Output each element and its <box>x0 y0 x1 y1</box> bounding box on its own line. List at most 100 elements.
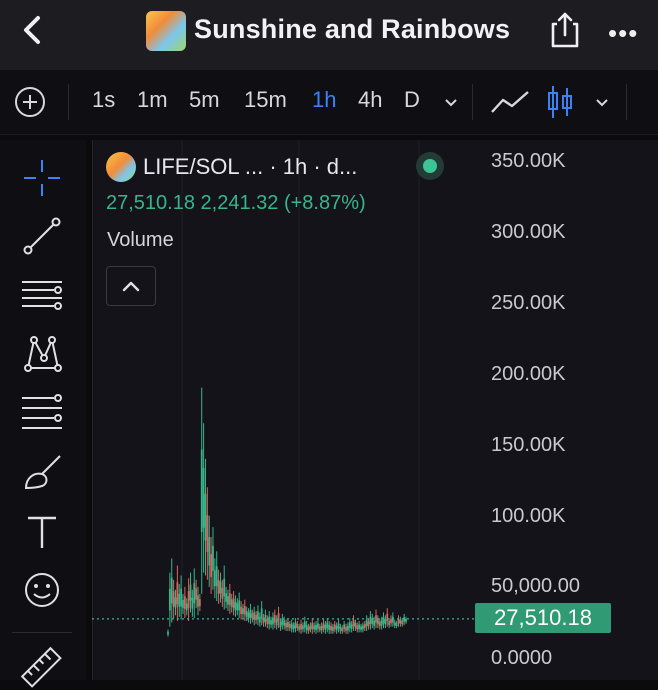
candle-body <box>268 616 271 624</box>
plus-circle-icon[interactable] <box>14 86 46 118</box>
candle-body <box>167 631 169 635</box>
candle-body <box>257 611 259 620</box>
candle-body <box>356 625 359 630</box>
timeframe-1h[interactable]: 1h <box>312 87 336 113</box>
timeframe-5m[interactable]: 5m <box>189 87 220 113</box>
candle-body <box>290 623 293 629</box>
candle-body <box>221 587 224 599</box>
candle-body <box>277 613 280 622</box>
candle-body <box>393 622 396 626</box>
timeframe-d[interactable]: D <box>404 87 420 113</box>
candle-body <box>270 620 272 625</box>
pattern-icon[interactable] <box>20 330 64 374</box>
candle-body <box>225 593 227 602</box>
candle-body <box>348 622 351 629</box>
y-tick-label: 250.00K <box>491 292 566 314</box>
candle-body <box>255 614 257 621</box>
candle-body <box>332 626 334 631</box>
candle-body <box>341 627 344 632</box>
y-tick-label: 50,000.00 <box>491 575 580 597</box>
crosshair-icon[interactable] <box>20 156 64 200</box>
candle-body <box>358 624 361 629</box>
candle-body <box>311 622 314 630</box>
candle-body <box>189 584 192 601</box>
horizontal-lines-icon[interactable] <box>20 272 64 316</box>
candle-body <box>339 626 342 631</box>
candle-body <box>183 596 186 609</box>
emoji-icon[interactable] <box>20 568 64 612</box>
candle-body <box>395 623 398 626</box>
candle-body <box>294 622 297 629</box>
candle-body <box>317 623 319 629</box>
candle-body <box>330 625 332 631</box>
candle-body <box>309 625 312 630</box>
volume-label[interactable]: Volume <box>107 229 174 252</box>
fib-retracement-icon[interactable] <box>20 390 64 434</box>
chevron-up-icon <box>122 281 140 292</box>
candle-body <box>303 621 306 628</box>
candle-body <box>350 624 353 629</box>
y-tick-label: 0.0000 <box>491 647 553 669</box>
candle-body <box>234 601 237 611</box>
more-icon[interactable]: ••• <box>608 18 638 49</box>
timeframe-15m[interactable]: 15m <box>244 87 287 113</box>
candle-body <box>236 603 239 611</box>
candle-body <box>388 621 391 626</box>
candle-body <box>195 588 198 600</box>
candle-body <box>264 614 267 622</box>
candle-body <box>281 618 284 625</box>
candle-body <box>292 625 295 630</box>
candle-body <box>361 625 364 630</box>
ruler-icon[interactable] <box>20 646 64 690</box>
candle-body <box>187 591 190 609</box>
candle-body <box>360 626 362 630</box>
candle-body <box>345 626 347 631</box>
collapse-legend-button[interactable] <box>106 266 156 306</box>
candle-body <box>227 596 229 605</box>
candle-body <box>228 592 231 605</box>
share-icon[interactable] <box>548 10 582 50</box>
candle-body <box>333 624 336 629</box>
candle-body <box>176 582 179 605</box>
price-chart[interactable] <box>92 140 658 680</box>
candle-body <box>369 616 372 624</box>
last-price: 27,510.18 <box>106 192 195 214</box>
y-tick-label: 200.00K <box>491 363 566 385</box>
candle-body <box>219 581 222 594</box>
candle-body <box>324 624 327 630</box>
candle-body <box>390 618 392 624</box>
chevron-down-icon[interactable] <box>444 98 458 108</box>
candle-body <box>238 600 241 611</box>
brush-icon[interactable] <box>20 450 64 494</box>
chevron-down-icon[interactable] <box>595 98 609 108</box>
back-chevron-icon[interactable] <box>18 12 48 48</box>
line-chart-icon[interactable] <box>490 88 530 116</box>
candle-body <box>384 619 387 625</box>
live-status-indicator <box>416 152 444 180</box>
candle-body <box>215 566 218 587</box>
candle-body <box>260 608 263 619</box>
candlestick-icon[interactable] <box>546 84 574 120</box>
candle-body <box>240 606 242 615</box>
candle-body <box>326 622 329 629</box>
candle-body <box>273 615 276 623</box>
candle-body <box>391 616 394 623</box>
timeframe-1s[interactable]: 1s <box>92 87 115 113</box>
candle-body <box>249 609 252 618</box>
price-legend: 27,510.18 2,241.32 (+8.87%) <box>106 192 366 215</box>
candle-body <box>243 606 246 615</box>
y-tick-label: 150.00K <box>491 434 566 456</box>
candle-body <box>300 623 302 630</box>
pair-label[interactable]: LIFE/SOL ... · 1h · d... <box>143 154 357 180</box>
candle-body <box>285 622 287 628</box>
token-avatar <box>146 11 186 51</box>
candle-body <box>217 580 220 594</box>
candle-body <box>279 622 282 628</box>
timeframe-1m[interactable]: 1m <box>137 87 168 113</box>
text-icon[interactable] <box>20 510 64 554</box>
timeframe-4h[interactable]: 4h <box>358 87 382 113</box>
candle-body <box>313 625 316 630</box>
trend-line-icon[interactable] <box>20 214 64 258</box>
candle-body <box>206 515 209 552</box>
candle-body <box>168 588 171 611</box>
